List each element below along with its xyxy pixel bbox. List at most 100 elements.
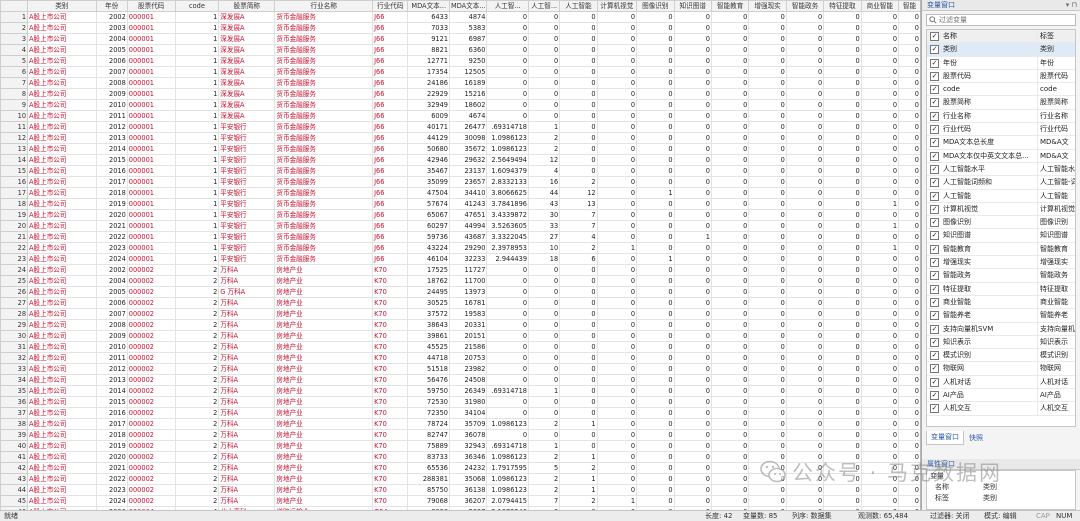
table-row[interactable]: 38 A股上市公司 2017 000002 2 万科A 房地产业 K70 78724 35709 1… [0,418,920,430]
table-cell[interactable]: K70 [372,264,409,276]
table-cell[interactable]: 0 [823,385,862,397]
table-cell[interactable]: 0 [636,176,675,188]
table-cell[interactable]: 20331 [449,319,488,331]
row-number[interactable]: 3 [0,33,29,45]
table-cell[interactable]: 2002 [95,264,128,276]
table-cell[interactable]: 0 [898,55,920,67]
table-cell[interactable]: 0 [860,407,900,419]
table-cell[interactable]: 35099 [407,176,451,188]
table-cell[interactable]: 万科A [218,308,276,320]
table-cell[interactable]: 24495 [407,286,451,298]
table-cell[interactable]: 0 [748,165,787,177]
table-cell[interactable]: 0 [860,341,900,353]
row-number[interactable]: 13 [0,143,29,155]
table-cell[interactable]: 2018 [95,429,128,441]
variable-checkbox[interactable]: ✓ [930,258,939,268]
table-cell[interactable]: 0 [528,55,561,67]
table-cell[interactable]: 0 [860,330,900,342]
table-cell[interactable]: 货币金融服务 [274,253,374,265]
row-number[interactable]: 5 [0,55,29,67]
table-cell[interactable]: 000001 [126,22,176,34]
column-header[interactable]: 特征提取 [823,0,862,12]
table-cell[interactable]: 0 [898,209,920,221]
table-cell[interactable]: 2 [528,451,561,463]
table-cell[interactable]: 2 [559,495,598,507]
variable-checkbox[interactable]: ✓ [930,125,939,135]
table-cell[interactable]: 0 [559,55,598,67]
table-cell[interactable]: 0 [710,473,750,485]
table-cell[interactable]: 0 [823,341,862,353]
table-row[interactable]: 29 A股上市公司 2008 000002 2 万科A 房地产业 K70 38643 20331 0… [0,319,920,331]
variable-checkbox[interactable]: ✓ [930,404,939,414]
table-cell[interactable]: 0 [898,264,920,276]
table-cell[interactable]: 0 [710,429,750,441]
table-cell[interactable]: 0 [710,88,750,100]
table-cell[interactable]: 85750 [407,484,451,496]
variable-checkbox[interactable]: ✓ [930,58,939,68]
table-cell[interactable]: 平安银行 [218,121,276,133]
row-number[interactable]: 12 [0,132,29,144]
variable-row[interactable]: ✓ 支持向量机SVM 支持向量机 [927,322,1075,336]
table-cell[interactable]: 2007 [95,66,128,78]
table-cell[interactable]: 0 [673,473,712,485]
table-cell[interactable]: 0 [823,374,862,386]
table-cell[interactable]: J66 [372,55,409,67]
table-cell[interactable]: 0 [596,88,638,100]
table-cell[interactable]: 0 [785,44,825,56]
property-row-label[interactable]: 标签 类别 [927,493,1075,504]
variable-row[interactable]: ✓ 计算机视觉 计算机视觉 [927,202,1075,217]
table-cell[interactable]: 0 [785,440,825,452]
table-cell[interactable]: 000001 [126,176,176,188]
table-cell[interactable]: 0 [898,297,920,309]
table-cell[interactable]: 0 [860,154,900,166]
variable-checkbox[interactable]: ✓ [930,138,939,148]
table-cell[interactable]: 24508 [449,374,488,386]
table-cell[interactable]: 82747 [407,429,451,441]
table-cell[interactable]: K70 [372,473,409,485]
name-column-header[interactable]: 名称 [942,30,1038,43]
table-cell[interactable]: 0 [673,352,712,364]
table-cell[interactable]: 83733 [407,451,451,463]
table-cell[interactable]: 房地产业 [274,319,374,331]
table-cell[interactable]: 0 [486,396,530,408]
table-cell[interactable]: 0 [528,352,561,364]
table-cell[interactable]: 0 [559,429,598,441]
table-cell[interactable]: 0 [748,495,787,507]
table-cell[interactable]: 0 [898,242,920,254]
table-cell[interactable]: 11700 [449,275,488,287]
table-cell[interactable]: 平安银行 [218,220,276,232]
table-cell[interactable]: K70 [372,352,409,364]
table-cell[interactable]: 1 [636,253,675,265]
table-cell[interactable]: 0 [710,286,750,298]
table-cell[interactable]: K70 [372,363,409,375]
table-cell[interactable]: 1 [174,231,220,243]
table-cell[interactable]: 32949 [407,99,451,111]
table-row[interactable]: 40 A股上市公司 2019 000002 2 万科A 房地产业 K70 75889 32943.… [0,440,920,452]
table-cell[interactable]: 0 [559,165,598,177]
table-cell[interactable]: 0 [559,11,598,23]
table-cell[interactable]: 17354 [407,66,451,78]
row-number[interactable]: 44 [0,484,29,496]
table-cell[interactable]: 0 [785,231,825,243]
table-cell[interactable]: 000002 [126,275,176,287]
table-row[interactable]: 22 A股上市公司 2023 000001 1 平安银行 货币金融服务 J66 43224 292… [0,242,920,254]
table-cell[interactable]: 000001 [126,187,176,199]
table-cell[interactable]: 0 [559,396,598,408]
table-cell[interactable]: 72530 [407,396,451,408]
table-cell[interactable]: 000002 [126,429,176,441]
table-cell[interactable]: 0 [673,418,712,430]
table-row[interactable]: 31 A股上市公司 2010 000002 2 万科A 房地产业 K70 45525 21586 0… [0,341,920,353]
table-cell[interactable]: 2018 [95,187,128,199]
table-row[interactable]: 30 A股上市公司 2009 000002 2 万科A 房地产业 K70 39861 20151 0… [0,330,920,342]
table-cell[interactable]: 0 [486,88,530,100]
table-cell[interactable]: A股上市公司 [27,429,97,441]
table-cell[interactable]: 1 [174,220,220,232]
table-cell[interactable]: 0 [636,99,675,111]
table-cell[interactable]: 12505 [449,66,488,78]
table-cell[interactable]: 货币金融服务 [274,99,374,111]
table-cell[interactable]: 000001 [126,11,176,23]
table-cell[interactable]: 0 [785,264,825,276]
table-cell[interactable]: 0 [673,429,712,441]
table-cell[interactable]: 1 [673,231,712,243]
table-cell[interactable]: 0 [710,187,750,199]
